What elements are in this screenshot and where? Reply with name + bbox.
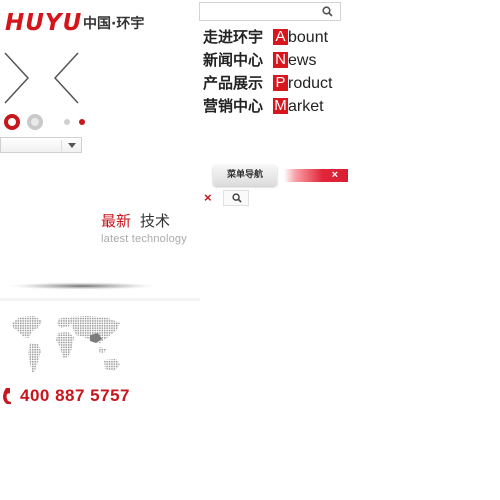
section-title-highlight: 最新 <box>101 212 132 230</box>
chevron-right-icon[interactable] <box>2 50 32 106</box>
menu-item-en: bount <box>288 29 329 46</box>
menu-item-en: ews <box>288 52 317 69</box>
main-menu: 走进环宇 Abount 新闻中心 News 产品展示 Product 营销中心 Mark… <box>203 26 332 118</box>
menu-item-en: roduct <box>288 75 333 92</box>
dropdown-select[interactable] <box>0 137 82 153</box>
menu-nav-button[interactable]: 菜单导航 <box>213 165 277 186</box>
close-bar[interactable]: × <box>284 169 348 182</box>
search-icon <box>232 193 242 203</box>
menu-item-en: arket <box>288 98 324 115</box>
search-icon[interactable] <box>322 6 333 17</box>
menu-item-initial: N <box>273 52 288 68</box>
logo[interactable]: HUYU 中国·环宇 <box>3 10 163 36</box>
menu-item-initial: M <box>273 97 288 114</box>
logo-chinese: 中国·环宇 <box>83 16 145 32</box>
search-button[interactable] <box>223 190 249 206</box>
logo-brand: HUYU <box>5 10 83 36</box>
chevron-left-icon[interactable] <box>51 50 81 106</box>
menu-item-news[interactable]: 新闻中心 News <box>203 49 332 72</box>
chevron-down-icon <box>68 143 76 148</box>
dropdown-divider <box>61 140 62 151</box>
menu-item-initial: P <box>273 75 288 91</box>
phone-icon <box>3 388 11 404</box>
pager-dot-inactive[interactable] <box>64 119 70 125</box>
close-icon[interactable]: × <box>332 169 338 182</box>
menu-nav-label: 菜单导航 <box>226 170 263 180</box>
carousel-button-center <box>10 120 14 124</box>
phone-number: 400 887 5757 <box>20 386 130 405</box>
section-title-rest: 技术 <box>140 212 171 230</box>
menu-item-market[interactable]: 营销中心 Market <box>203 95 332 118</box>
close-icon[interactable]: × <box>204 191 212 205</box>
menu-item-cn: 营销中心 <box>203 97 264 115</box>
world-map <box>12 316 120 373</box>
pager-dot-active[interactable] <box>79 119 85 125</box>
section-heading: 最新 技术 latest technology <box>101 210 187 245</box>
section-subtitle: latest technology <box>101 233 187 245</box>
menu-item-cn: 产品展示 <box>203 74 264 92</box>
menu-item-initial: A <box>273 29 288 45</box>
shadow-divider <box>0 282 200 301</box>
carousel-button-active[interactable] <box>4 114 20 130</box>
search-input[interactable] <box>199 2 341 21</box>
menu-item-cn: 新闻中心 <box>203 51 264 69</box>
carousel-button-inactive[interactable] <box>27 114 43 130</box>
menu-item-about[interactable]: 走进环宇 Abount <box>203 26 332 49</box>
menu-item-cn: 走进环宇 <box>203 28 264 46</box>
menu-item-product[interactable]: 产品展示 Product <box>203 72 332 95</box>
